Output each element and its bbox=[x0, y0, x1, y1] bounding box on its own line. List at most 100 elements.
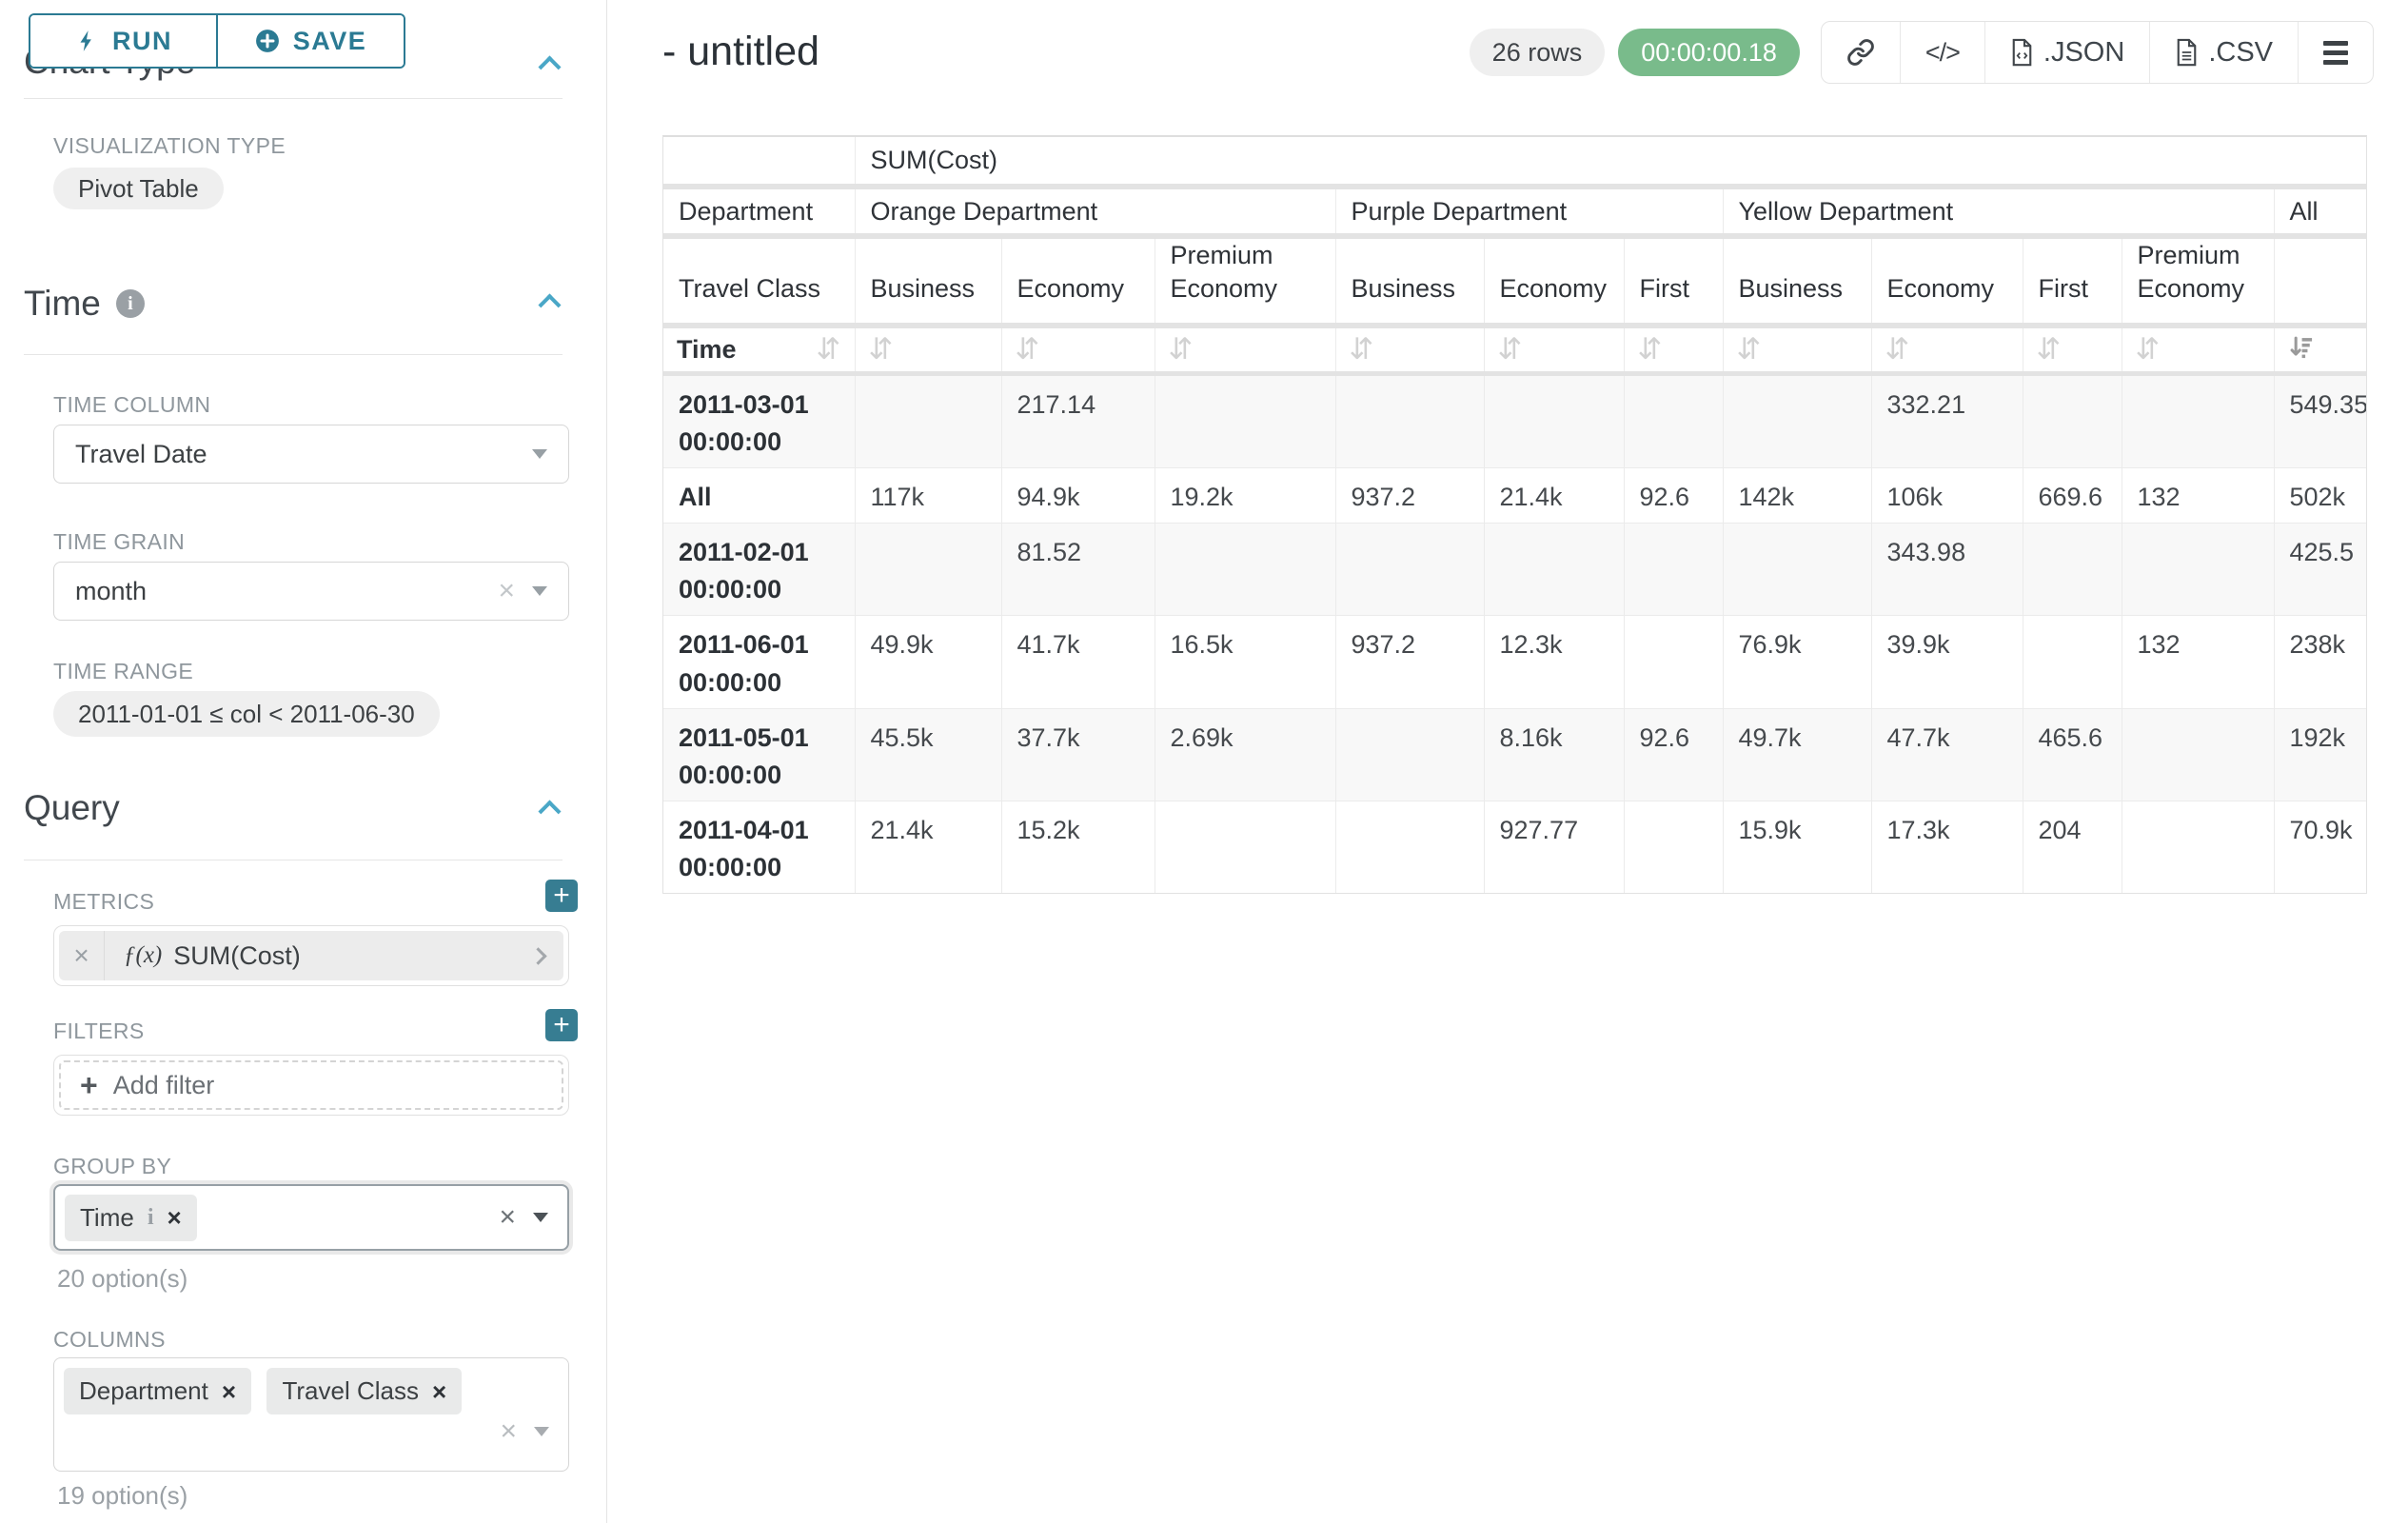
pivot-data-row: 2011-04-01 00:00:0021.4k15.2k927.7715.9k… bbox=[663, 801, 2366, 893]
columns-chip-travel-class[interactable]: Travel Class × bbox=[266, 1368, 462, 1414]
sort-toggle-icon[interactable]: ⇵ bbox=[1016, 332, 1040, 366]
clear-icon[interactable]: × bbox=[498, 577, 515, 605]
pivot-cell: 343.98 bbox=[1871, 524, 2023, 616]
pivot-sort-cell[interactable]: ⇵ bbox=[1624, 326, 1723, 373]
columns-options-hint: 19 option(s) bbox=[57, 1481, 188, 1511]
chart-title[interactable]: - untitled bbox=[662, 29, 819, 75]
chart-menu-button[interactable] bbox=[2299, 22, 2373, 83]
save-button[interactable]: SAVE bbox=[218, 15, 404, 67]
pivot-cell: 937.2 bbox=[1335, 616, 1484, 708]
remove-chip-icon[interactable]: × bbox=[167, 1205, 181, 1230]
pivot-cell: 425.5 bbox=[2274, 524, 2366, 616]
pivot-sort-corner[interactable]: Time⇵ bbox=[663, 326, 855, 373]
run-save-button-group: RUN SAVE bbox=[29, 13, 405, 69]
sort-toggle-icon[interactable]: ⇵ bbox=[1885, 332, 1910, 366]
pivot-sort-cell[interactable]: ⇵ bbox=[2023, 326, 2122, 373]
info-icon[interactable]: i bbox=[148, 1205, 154, 1231]
sort-toggle-icon[interactable]: ⇵ bbox=[1169, 332, 1194, 366]
link-icon bbox=[1846, 38, 1875, 67]
pivot-group-header: Orange Department bbox=[855, 187, 1335, 236]
pivot-sort-cell[interactable]: ⇵ bbox=[1155, 326, 1335, 373]
pivot-sort-cell[interactable]: ⇵ bbox=[1484, 326, 1624, 373]
visualization-type-pill[interactable]: Pivot Table bbox=[53, 168, 224, 209]
sort-toggle-icon[interactable]: ⇵ bbox=[1737, 332, 1762, 366]
pivot-sort-cell[interactable]: ⇵ bbox=[855, 326, 1001, 373]
pivot-cell: 669.6 bbox=[2023, 467, 2122, 523]
group-by-label: GROUP BY bbox=[53, 1154, 171, 1179]
pivot-cell: 92.6 bbox=[1624, 467, 1723, 523]
remove-chip-icon[interactable]: × bbox=[222, 1379, 236, 1404]
query-collapse-chevron-icon[interactable] bbox=[542, 803, 563, 824]
pivot-cell bbox=[1335, 708, 1484, 801]
section-divider bbox=[24, 98, 563, 99]
run-button[interactable]: RUN bbox=[30, 15, 218, 67]
pivot-sort-cell[interactable]: ⇵ bbox=[1871, 326, 2023, 373]
pivot-cell: 70.9k bbox=[2274, 801, 2366, 893]
columns-chip-department[interactable]: Department × bbox=[64, 1368, 251, 1414]
pivot-cell bbox=[1484, 524, 1624, 616]
pivot-cell: 2.69k bbox=[1155, 708, 1335, 801]
sort-toggle-icon[interactable]: ⇵ bbox=[1638, 332, 1663, 366]
clear-icon[interactable]: × bbox=[500, 1417, 517, 1446]
remove-metric-icon[interactable]: × bbox=[59, 931, 105, 980]
clear-icon[interactable]: × bbox=[499, 1203, 516, 1232]
sort-toggle-icon[interactable]: ⇵ bbox=[817, 335, 841, 365]
columns-select[interactable]: Department × Travel Class × × bbox=[53, 1357, 569, 1472]
metric-chip[interactable]: × ƒ(x) SUM(Cost) bbox=[59, 931, 563, 980]
time-grain-select[interactable]: month × bbox=[53, 562, 569, 621]
info-icon[interactable]: i bbox=[116, 289, 145, 318]
pivot-cell bbox=[1484, 373, 1624, 467]
pivot-cell: 45.5k bbox=[855, 708, 1001, 801]
view-query-button[interactable]: </> bbox=[1901, 22, 1985, 83]
pivot-cell bbox=[2122, 373, 2274, 467]
chevron-right-icon[interactable] bbox=[529, 947, 546, 964]
add-metric-button[interactable]: + bbox=[545, 880, 578, 912]
time-column-select[interactable]: Travel Date bbox=[53, 425, 569, 484]
group-by-select[interactable]: Time i × × bbox=[53, 1184, 569, 1251]
add-filter-button[interactable]: + Add filter bbox=[59, 1060, 563, 1110]
chart-type-collapse-chevron-icon[interactable] bbox=[542, 59, 563, 80]
pivot-cell bbox=[2122, 524, 2274, 616]
query-section-header[interactable]: Query bbox=[24, 788, 120, 828]
pivot-sort-cell[interactable]: ⇵ bbox=[1723, 326, 1871, 373]
visualization-type-label: VISUALIZATION TYPE bbox=[53, 133, 286, 159]
time-range-pill[interactable]: 2011-01-01 ≤ col < 2011-06-30 bbox=[53, 691, 440, 737]
metrics-box: × ƒ(x) SUM(Cost) bbox=[53, 925, 569, 986]
pivot-cell bbox=[1335, 801, 1484, 893]
sort-descending-active-icon[interactable] bbox=[2288, 334, 2315, 361]
pivot-cell bbox=[1624, 616, 1723, 708]
sort-toggle-icon[interactable]: ⇵ bbox=[869, 332, 894, 366]
pivot-data-row: 2011-02-01 00:00:0081.52343.98425.5 bbox=[663, 524, 2366, 616]
time-grain-value: month bbox=[75, 577, 147, 606]
pivot-department-row: DepartmentOrange DepartmentPurple Depart… bbox=[663, 187, 2366, 236]
time-section-header[interactable]: Time i bbox=[24, 284, 145, 324]
export-csv-button[interactable]: .CSV bbox=[2150, 22, 2299, 83]
pivot-cell: 19.2k bbox=[1155, 467, 1335, 523]
pivot-cell bbox=[1335, 373, 1484, 467]
sort-toggle-icon[interactable]: ⇵ bbox=[1350, 332, 1374, 366]
pivot-sort-corner-inner: Time⇵ bbox=[677, 335, 841, 365]
menu-icon bbox=[2323, 41, 2348, 65]
add-filter-plus-button[interactable]: + bbox=[545, 1009, 578, 1041]
export-json-button[interactable]: .JSON bbox=[1985, 22, 2150, 83]
pivot-cell bbox=[855, 373, 1001, 467]
pivot-subcolumn-header: Business bbox=[1723, 236, 1871, 326]
plus-circle-icon bbox=[255, 29, 280, 53]
remove-chip-icon[interactable]: × bbox=[432, 1379, 446, 1404]
pivot-cell bbox=[1624, 524, 1723, 616]
pivot-sort-cell[interactable]: ⇵ bbox=[1335, 326, 1484, 373]
pivot-sort-cell[interactable]: ⇵ bbox=[1001, 326, 1155, 373]
share-link-button[interactable] bbox=[1822, 22, 1901, 83]
pivot-sort-cell[interactable]: ⇵ bbox=[2122, 326, 2274, 373]
pivot-data-row: 2011-03-01 00:00:00217.14332.21549.35 bbox=[663, 373, 2366, 467]
pivot-cell: 94.9k bbox=[1001, 467, 1155, 523]
pivot-metric-row: SUM(Cost) bbox=[663, 137, 2366, 187]
sort-toggle-icon[interactable]: ⇵ bbox=[1498, 332, 1523, 366]
pivot-sort-cell[interactable] bbox=[2274, 326, 2366, 373]
time-collapse-chevron-icon[interactable] bbox=[542, 297, 563, 318]
json-file-icon bbox=[2010, 38, 2034, 67]
pivot-cell: 217.14 bbox=[1001, 373, 1155, 467]
group-by-chip-time[interactable]: Time i × bbox=[65, 1195, 197, 1241]
sort-toggle-icon[interactable]: ⇵ bbox=[2037, 332, 2062, 366]
sort-toggle-icon[interactable]: ⇵ bbox=[2136, 332, 2161, 366]
